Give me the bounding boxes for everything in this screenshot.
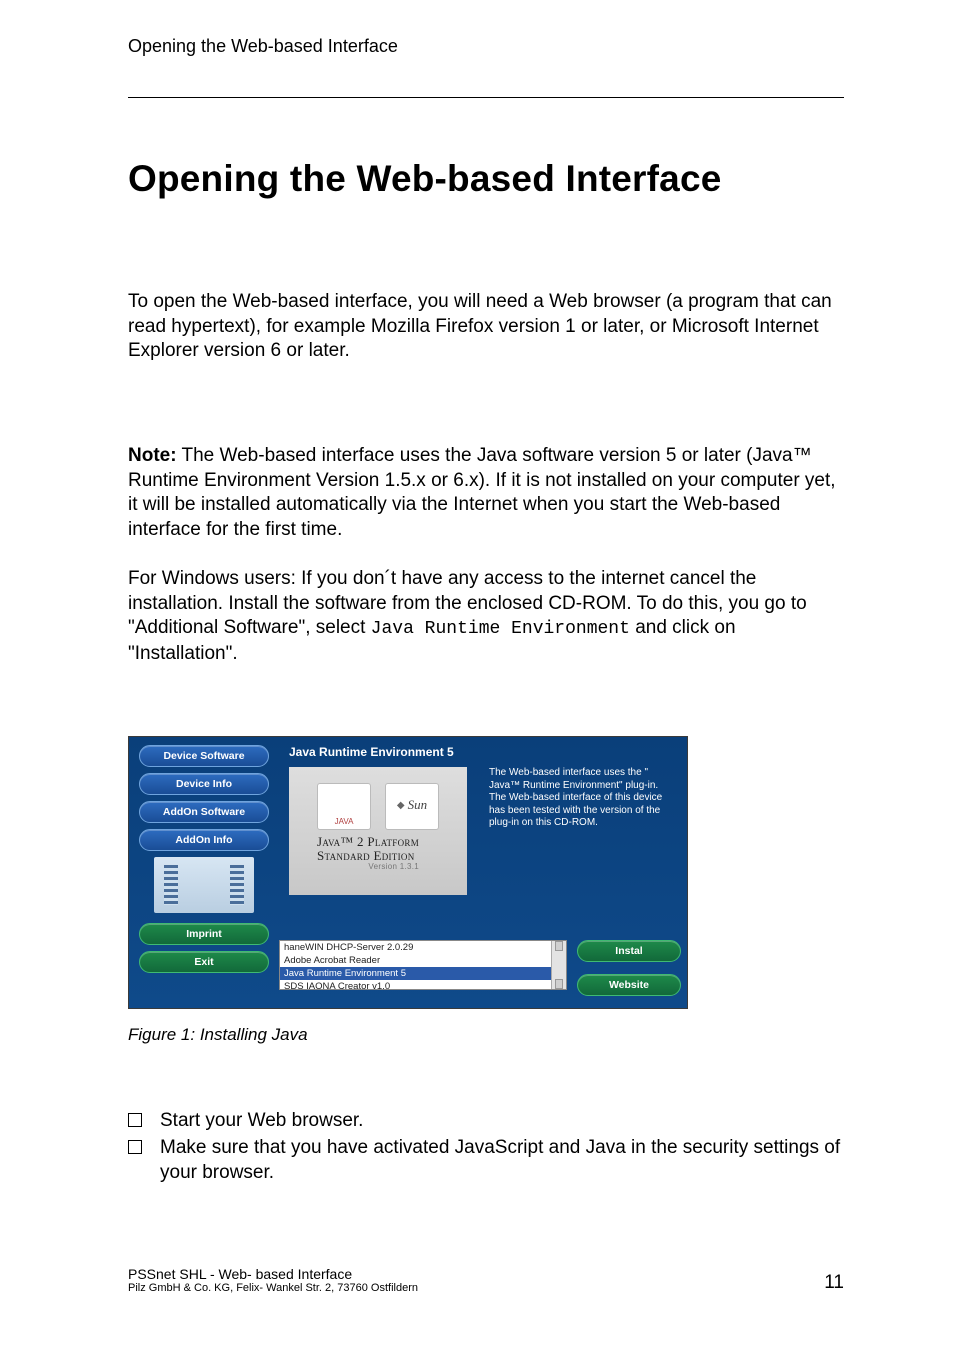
java-area: JAVA Sun Java™ 2 Platform Standard Editi… (289, 767, 467, 895)
nav-device-software[interactable]: Device Software (139, 745, 269, 767)
chapter-title: Opening the Web-based Interface (128, 158, 844, 200)
action-buttons: Instal Website (577, 940, 681, 1002)
page-number: 11 (824, 1272, 844, 1294)
nav-device-info[interactable]: Device Info (139, 773, 269, 795)
sun-logo-icon: Sun (385, 783, 439, 830)
panel-upper: JAVA Sun Java™ 2 Platform Standard Editi… (289, 767, 677, 895)
figure-nav: Device Software Device Info AddOn Softwa… (129, 737, 279, 1008)
list-option[interactable]: SDS IAONA Creator v1.0 (280, 980, 566, 990)
running-header: Opening the Web-based Interface (128, 36, 844, 97)
device-thumbnail-icon (154, 857, 254, 913)
nav-addon-software[interactable]: AddOn Software (139, 801, 269, 823)
figure-caption: Figure 1: Installing Java (128, 1025, 844, 1045)
figure-screenshot: Device Software Device Info AddOn Softwa… (128, 736, 688, 1009)
java-cup-icon: JAVA (317, 783, 371, 830)
step-item: Make sure that you have activated JavaSc… (128, 1136, 844, 1185)
panel-description: The Web-based interface uses the " Java™… (489, 767, 677, 830)
scrollbar[interactable] (551, 941, 566, 989)
website-button[interactable]: Website (577, 974, 681, 996)
spacer (128, 388, 844, 444)
panel-title: Java Runtime Environment 5 (289, 745, 677, 759)
nav-imprint[interactable]: Imprint (139, 923, 269, 945)
figure-panel: Java Runtime Environment 5 JAVA Sun Java… (279, 737, 687, 1008)
nav-exit[interactable]: Exit (139, 951, 269, 973)
footer-product: PSSnet SHL - Web- based Interface (128, 1266, 844, 1282)
figure-wrap: Device Software Device Info AddOn Softwa… (128, 736, 844, 1045)
nav-addon-info[interactable]: AddOn Info (139, 829, 269, 851)
windows-paragraph: For Windows users: If you don´t have any… (128, 567, 844, 666)
footer-company: Pilz GmbH & Co. KG, Felix- Wankel Str. 2… (128, 1282, 844, 1294)
step-item: Start your Web browser. (128, 1109, 844, 1134)
note-paragraph: Note: The Web-based interface uses the J… (128, 444, 844, 543)
figure-caption-label: Figure 1: (128, 1025, 195, 1044)
install-button[interactable]: Instal (577, 940, 681, 962)
java-platform-line2: Standard Edition (317, 848, 415, 863)
list-option[interactable]: haneWIN DHCP-Server 2.0.29 (280, 941, 566, 954)
list-option-selected[interactable]: Java Runtime Environment 5 (280, 967, 566, 980)
step-list: Start your Web browser. Make sure that y… (128, 1109, 844, 1185)
java-platform-version: Version 1.3.1 (317, 863, 419, 871)
list-option[interactable]: Adobe Acrobat Reader (280, 954, 566, 967)
java-badges: JAVA Sun (317, 783, 439, 830)
intro-paragraph: To open the Web-based interface, you wil… (128, 290, 844, 364)
note-body: The Web-based interface uses the Java so… (128, 445, 836, 540)
panel-bottom-row: haneWIN DHCP-Server 2.0.29 Adobe Acrobat… (279, 940, 681, 1002)
page-footer: PSSnet SHL - Web- based Interface Pilz G… (128, 1266, 844, 1294)
page: Opening the Web-based Interface Opening … (0, 0, 954, 1354)
windows-code: Java Runtime Environment (371, 619, 630, 639)
figure-caption-text: Installing Java (195, 1025, 307, 1044)
header-rule (128, 97, 844, 98)
note-label: Note: (128, 445, 177, 466)
software-listbox[interactable]: haneWIN DHCP-Server 2.0.29 Adobe Acrobat… (279, 940, 567, 990)
java-platform-label: Java™ 2 Platform Standard Edition Versio… (317, 835, 419, 871)
